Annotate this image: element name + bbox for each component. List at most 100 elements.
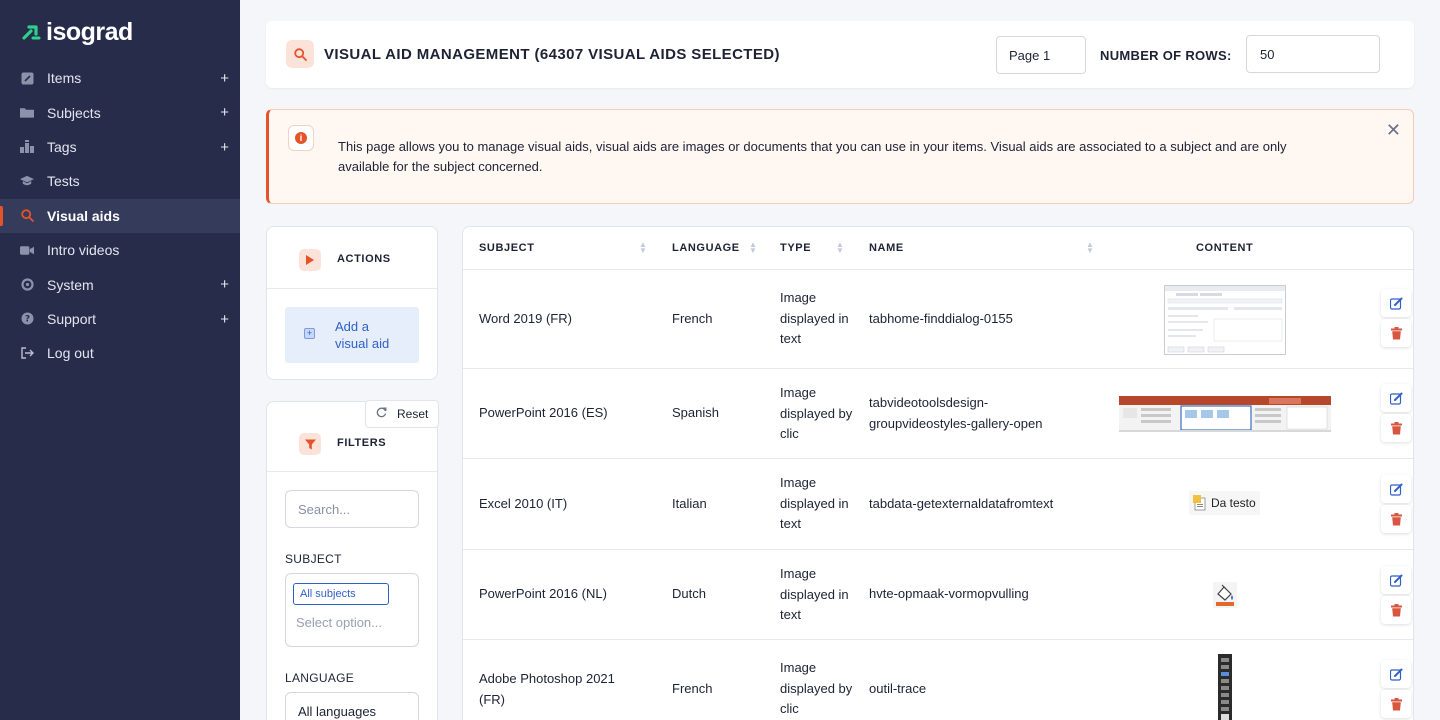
sidebar-item-label: Intro videos xyxy=(47,242,120,259)
info-text: This page allows you to manage visual ai… xyxy=(338,139,1287,174)
add-visual-aid-button[interactable]: + Add a visual aid xyxy=(285,307,419,363)
find-dialog-thumbnail[interactable] xyxy=(1164,285,1286,360)
column-header-type[interactable]: TYPE xyxy=(780,242,811,254)
cell-language: French xyxy=(672,681,713,696)
edit-button[interactable] xyxy=(1381,566,1411,594)
expand-plus-icon[interactable]: + xyxy=(220,311,229,328)
column-header-name[interactable]: NAME xyxy=(869,242,904,254)
search-input[interactable]: Search... xyxy=(285,490,419,528)
cell-type: Image displayed in text xyxy=(780,290,849,346)
actions-header: ACTIONS xyxy=(267,227,437,289)
paint-bucket-icon[interactable] xyxy=(1213,582,1237,613)
sidebar-item-tags[interactable]: Tags + xyxy=(0,130,240,164)
content-thumbnail[interactable]: Da testo xyxy=(1189,491,1260,515)
sidebar-item-log-out[interactable]: Log out xyxy=(0,336,240,370)
sidebar-item-label: Visual aids xyxy=(47,207,120,224)
table-row[interactable]: Adobe Photoshop 2021 (FR) French Image d… xyxy=(463,640,1413,720)
info-icon: i xyxy=(288,125,314,151)
subject-filter-label: SUBJECT xyxy=(285,552,342,566)
cell-language: French xyxy=(672,311,713,326)
edit-icon xyxy=(1389,668,1402,681)
logo-text: isograd xyxy=(46,17,133,46)
actions-panel: ACTIONS + Add a visual aid xyxy=(266,226,438,380)
delete-button[interactable] xyxy=(1381,414,1411,442)
expand-plus-icon[interactable]: + xyxy=(220,104,229,121)
edit-button[interactable] xyxy=(1381,384,1411,412)
sidebar: isograd Items + Subjects + Tags + Tests … xyxy=(0,0,240,720)
cell-subject: PowerPoint 2016 (ES) xyxy=(479,405,608,420)
actions-title: ACTIONS xyxy=(337,253,391,265)
cell-name: tabvideotoolsdesign-groupvideostyles-gal… xyxy=(869,395,1043,431)
sidebar-item-subjects[interactable]: Subjects + xyxy=(0,95,240,129)
sidebar-item-system[interactable]: System + xyxy=(0,267,240,301)
sidebar-item-items[interactable]: Items + xyxy=(0,61,240,95)
column-header-subject[interactable]: SUBJECT xyxy=(479,242,535,254)
edit-icon xyxy=(1389,574,1402,587)
close-icon[interactable]: ✕ xyxy=(1386,120,1401,141)
logo[interactable]: isograd xyxy=(22,18,133,46)
filters-title: FILTERS xyxy=(337,437,387,449)
subject-multiselect[interactable]: All subjects Select option... xyxy=(285,573,419,647)
edit-icon xyxy=(1389,297,1402,310)
toolbar-thumbnail[interactable] xyxy=(1218,654,1232,720)
cell-subject: Word 2019 (FR) xyxy=(479,311,572,326)
delete-button[interactable] xyxy=(1381,319,1411,347)
edit-button[interactable] xyxy=(1381,660,1411,688)
cell-subject: Adobe Photoshop 2021 (FR) xyxy=(479,671,615,707)
tags-icon xyxy=(20,140,34,154)
cell-language: Italian xyxy=(672,496,707,511)
delete-button[interactable] xyxy=(1381,690,1411,718)
subject-chip[interactable]: All subjects xyxy=(293,583,389,605)
sidebar-item-tests[interactable]: Tests xyxy=(0,164,240,198)
expand-plus-icon[interactable]: + xyxy=(220,276,229,293)
info-banner: i This page allows you to manage visual … xyxy=(266,109,1414,204)
expand-plus-icon[interactable]: + xyxy=(220,139,229,156)
delete-button[interactable] xyxy=(1381,596,1411,624)
sidebar-item-intro-videos[interactable]: Intro videos xyxy=(0,233,240,267)
page-select[interactable]: Page 1 xyxy=(996,36,1086,74)
edit-button[interactable] xyxy=(1381,289,1411,317)
cell-subject: PowerPoint 2016 (NL) xyxy=(479,586,607,601)
column-header-content: CONTENT xyxy=(1196,242,1254,254)
trash-icon xyxy=(1390,697,1402,710)
sort-icon[interactable]: ▲ ▼ xyxy=(1086,241,1094,255)
ribbon-thumbnail[interactable] xyxy=(1119,396,1331,437)
text-file-icon xyxy=(1193,495,1206,511)
filter-icon xyxy=(299,433,321,455)
content-text: Da testo xyxy=(1211,496,1256,510)
sidebar-item-support[interactable]: ? Support + xyxy=(0,302,240,336)
table-row[interactable]: Word 2019 (FR) French Image displayed in… xyxy=(463,270,1413,369)
reset-label: Reset xyxy=(397,407,429,421)
logout-icon xyxy=(20,346,34,360)
edit-icon xyxy=(1389,483,1402,496)
rows-input[interactable]: 50 xyxy=(1246,35,1380,73)
sort-icon[interactable]: ▲ ▼ xyxy=(836,241,844,255)
page-header: VISUAL AID MANAGEMENT (64307 VISUAL AIDS… xyxy=(266,21,1414,88)
sort-icon[interactable]: ▲ ▼ xyxy=(639,241,647,255)
table-row[interactable]: PowerPoint 2016 (NL) Dutch Image display… xyxy=(463,550,1413,640)
add-icon: + xyxy=(304,328,315,339)
sidebar-item-visual-aids[interactable]: Visual aids xyxy=(0,198,240,233)
svg-text:?: ? xyxy=(24,315,29,325)
table-row[interactable]: PowerPoint 2016 (ES) Spanish Image displ… xyxy=(463,369,1413,459)
trash-icon xyxy=(1390,421,1402,434)
cell-name: tabdata-getexternaldatafromtext xyxy=(869,496,1054,511)
reset-button[interactable]: Reset xyxy=(365,400,439,428)
logo-mark-icon xyxy=(22,22,42,42)
sort-icon[interactable]: ▲ ▼ xyxy=(749,241,757,255)
expand-plus-icon[interactable]: + xyxy=(220,70,229,87)
delete-button[interactable] xyxy=(1381,505,1411,533)
page-title: VISUAL AID MANAGEMENT (64307 VISUAL AIDS… xyxy=(324,46,780,63)
column-header-language[interactable]: LANGUAGE xyxy=(672,242,740,254)
subject-placeholder: Select option... xyxy=(296,615,382,630)
sidebar-item-label: Log out xyxy=(47,345,94,362)
gear-icon xyxy=(20,278,34,292)
language-select[interactable]: All languages xyxy=(285,692,419,720)
search-icon xyxy=(286,40,314,68)
table-row[interactable]: Excel 2010 (IT) Italian Image displayed … xyxy=(463,459,1413,550)
sidebar-item-label: Items xyxy=(47,70,82,87)
add-visual-aid-label: Add a visual aid xyxy=(335,319,390,351)
edit-button[interactable] xyxy=(1381,475,1411,503)
language-filter-label: LANGUAGE xyxy=(285,671,355,685)
sidebar-item-label: System xyxy=(47,276,94,293)
